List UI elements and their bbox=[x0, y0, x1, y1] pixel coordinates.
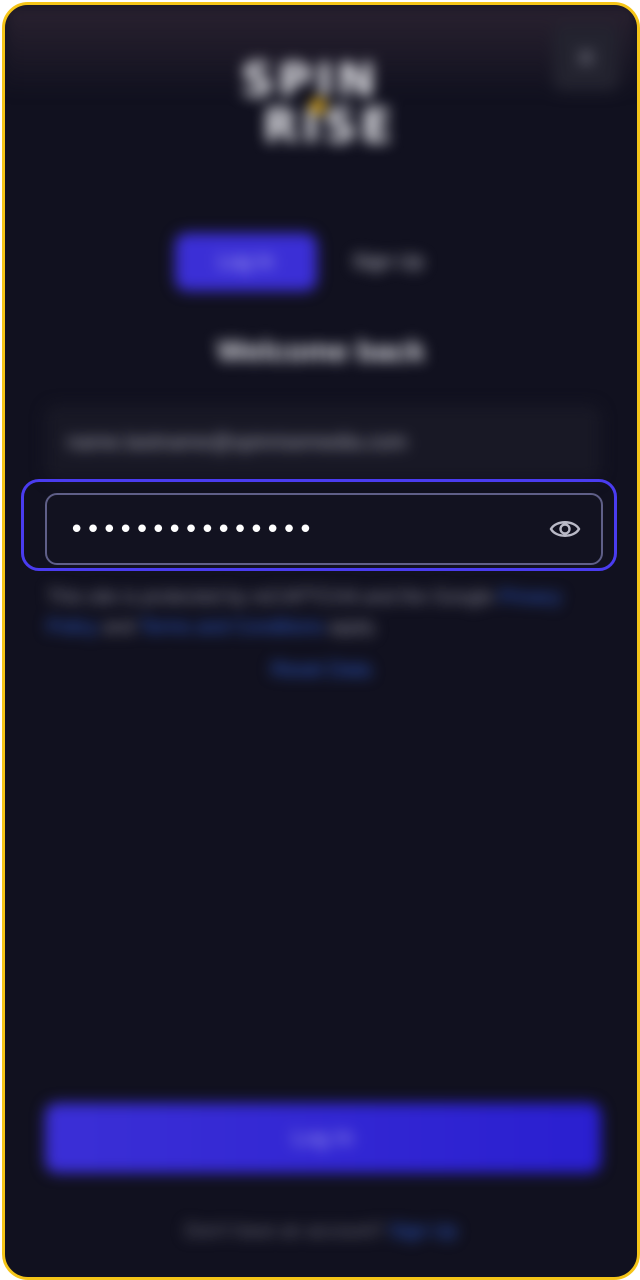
email-field[interactable]: name.lastname@spinrisemedia.com bbox=[45, 405, 601, 481]
recaptcha-text: This site is protected by reCAPTCHA and … bbox=[47, 587, 499, 608]
sign-up-link[interactable]: Sign Up bbox=[389, 1221, 457, 1242]
recaptcha-notice: This site is protected by reCAPTCHA and … bbox=[47, 583, 603, 643]
email-value: name.lastname@spinrisemedia.com bbox=[67, 431, 407, 454]
blurred-background-content: × SPIN RISE Log In Sign Up Welcome back … bbox=[5, 5, 637, 1277]
password-input[interactable] bbox=[67, 495, 531, 565]
tab-sign-up[interactable]: Sign Up bbox=[317, 233, 459, 291]
login-modal: × SPIN RISE Log In Sign Up Welcome back … bbox=[2, 2, 640, 1280]
logo-line-2: RISE bbox=[263, 99, 397, 153]
auth-tabs: Log In Sign Up bbox=[175, 233, 475, 291]
close-button[interactable]: × bbox=[553, 25, 619, 91]
password-field[interactable] bbox=[45, 493, 603, 565]
log-in-button[interactable]: Log In bbox=[45, 1103, 601, 1173]
close-icon: × bbox=[576, 38, 596, 77]
welcome-heading: Welcome back bbox=[217, 335, 425, 368]
signup-prompt-text: Don't have an account? bbox=[185, 1221, 390, 1242]
recaptcha-and: and bbox=[97, 617, 140, 638]
recaptcha-tail: apply. bbox=[323, 617, 378, 638]
signup-prompt: Don't have an account? Sign Up bbox=[5, 1221, 637, 1243]
logo-coin-icon bbox=[311, 99, 325, 113]
eye-icon[interactable] bbox=[549, 515, 581, 543]
tab-log-in[interactable]: Log In bbox=[175, 233, 317, 291]
logo-line-1: SPIN bbox=[241, 53, 380, 107]
spinrise-logo: SPIN RISE bbox=[235, 57, 425, 149]
terms-link[interactable]: Terms and Conditions bbox=[140, 617, 324, 638]
reset-data-link[interactable]: Reset Data bbox=[5, 659, 637, 682]
